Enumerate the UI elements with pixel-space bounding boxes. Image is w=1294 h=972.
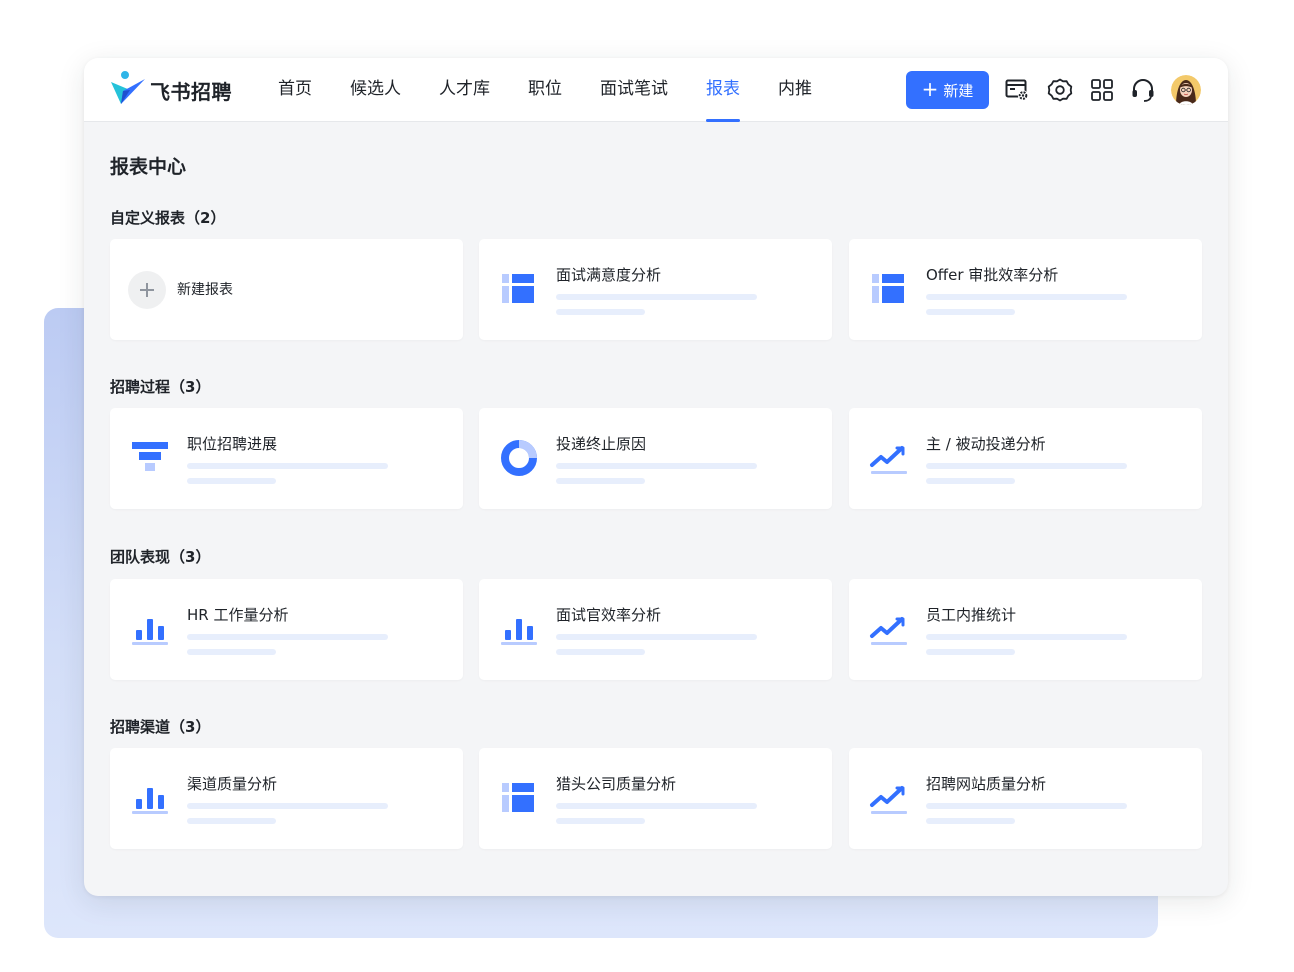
placeholder-bar: [926, 309, 1015, 315]
plus-icon: +: [921, 77, 939, 101]
report-card-title: 员工内推统计: [926, 606, 1017, 624]
report-card[interactable]: 面试满意度分析: [479, 239, 832, 340]
placeholder-bar: [556, 478, 645, 484]
placeholder-bar: [556, 649, 645, 655]
report-card[interactable]: Offer 审批效率分析: [849, 239, 1202, 340]
section-title: 自定义报表（2）: [110, 209, 226, 227]
report-card-title: HR 工作量分析: [187, 606, 289, 624]
trend-line-icon: [869, 778, 909, 818]
report-card[interactable]: 投递终止原因: [479, 408, 832, 509]
nav-item[interactable]: 面试笔试: [600, 58, 668, 122]
report-card[interactable]: 渠道质量分析: [110, 748, 463, 849]
report-card[interactable]: HR 工作量分析: [110, 579, 463, 680]
trend-line-icon: [869, 609, 909, 649]
trend-line-icon: [869, 438, 909, 478]
placeholder-bar: [187, 634, 388, 640]
apps-grid-icon[interactable]: [1089, 77, 1115, 103]
placeholder-bar: [187, 649, 276, 655]
placeholder-bar: [556, 818, 645, 824]
page-title: 报表中心: [110, 156, 187, 178]
nav-item[interactable]: 内推: [778, 58, 812, 122]
bar-chart-icon: [130, 778, 170, 818]
placeholder-bar: [187, 463, 388, 469]
donut-chart-icon: [499, 438, 539, 478]
report-card[interactable]: 猎头公司质量分析: [479, 748, 832, 849]
placeholder-bar: [926, 463, 1127, 469]
new-report-card[interactable]: 新建报表: [110, 239, 463, 340]
placeholder-bar: [926, 818, 1015, 824]
placeholder-bar: [556, 309, 645, 315]
brand-name: 飞书招聘: [150, 80, 232, 104]
report-card-title: Offer 审批效率分析: [926, 266, 1059, 284]
report-card-title: 渠道质量分析: [187, 775, 278, 793]
report-card[interactable]: 主 / 被动投递分析: [849, 408, 1202, 509]
report-settings-icon[interactable]: [1004, 77, 1030, 103]
nav-item[interactable]: 职位: [528, 58, 562, 122]
nav-item[interactable]: 首页: [278, 58, 312, 122]
report-card-title: 主 / 被动投递分析: [926, 435, 1046, 453]
user-avatar[interactable]: [1171, 75, 1201, 105]
feishu-recruit-logo-icon: [111, 71, 145, 104]
create-new-button[interactable]: + 新建: [906, 71, 989, 109]
placeholder-bar: [926, 478, 1015, 484]
funnel-icon: [130, 438, 170, 478]
placeholder-bar: [556, 634, 757, 640]
placeholder-bar: [926, 294, 1127, 300]
section-title: 团队表现（3）: [110, 548, 211, 566]
report-card[interactable]: 职位招聘进展: [110, 408, 463, 509]
report-card-title: 新建报表: [177, 282, 233, 298]
report-card[interactable]: 招聘网站质量分析: [849, 748, 1202, 849]
table-icon: [869, 269, 909, 309]
table-icon: [499, 269, 539, 309]
table-icon: [499, 778, 539, 818]
placeholder-bar: [556, 463, 757, 469]
nav-item[interactable]: 候选人: [350, 58, 401, 122]
placeholder-bar: [926, 634, 1127, 640]
placeholder-bar: [187, 478, 276, 484]
create-new-label: 新建: [943, 81, 974, 100]
main-nav: 首页 候选人 人才库 职位 面试笔试 报表 内推: [278, 58, 850, 122]
top-navigation-bar: 飞书招聘 首页 候选人 人才库 职位 面试笔试 报表 内推 + 新建: [84, 58, 1228, 122]
report-card-title: 猎头公司质量分析: [556, 775, 677, 793]
report-card[interactable]: 面试官效率分析: [479, 579, 832, 680]
headset-icon[interactable]: [1130, 77, 1156, 103]
report-card-title: 投递终止原因: [556, 435, 647, 453]
placeholder-bar: [556, 294, 757, 300]
report-card-title: 面试满意度分析: [556, 266, 662, 284]
gear-icon[interactable]: [1047, 77, 1073, 103]
placeholder-bar: [556, 803, 757, 809]
placeholder-bar: [187, 803, 388, 809]
placeholder-bar: [926, 649, 1015, 655]
nav-item[interactable]: 人才库: [439, 58, 490, 122]
report-card-title: 面试官效率分析: [556, 606, 662, 624]
app-window: 飞书招聘 首页 候选人 人才库 职位 面试笔试 报表 内推 + 新建 报表中心 …: [84, 58, 1228, 896]
section-title: 招聘渠道（3）: [110, 718, 211, 736]
report-card-title: 职位招聘进展: [187, 435, 278, 453]
bar-chart-icon: [130, 609, 170, 649]
plus-icon: [128, 271, 166, 309]
placeholder-bar: [187, 818, 276, 824]
report-card[interactable]: 员工内推统计: [849, 579, 1202, 680]
report-card-title: 招聘网站质量分析: [926, 775, 1047, 793]
nav-item[interactable]: 报表: [706, 58, 740, 122]
section-title: 招聘过程（3）: [110, 378, 211, 396]
bar-chart-icon: [499, 609, 539, 649]
placeholder-bar: [926, 803, 1127, 809]
